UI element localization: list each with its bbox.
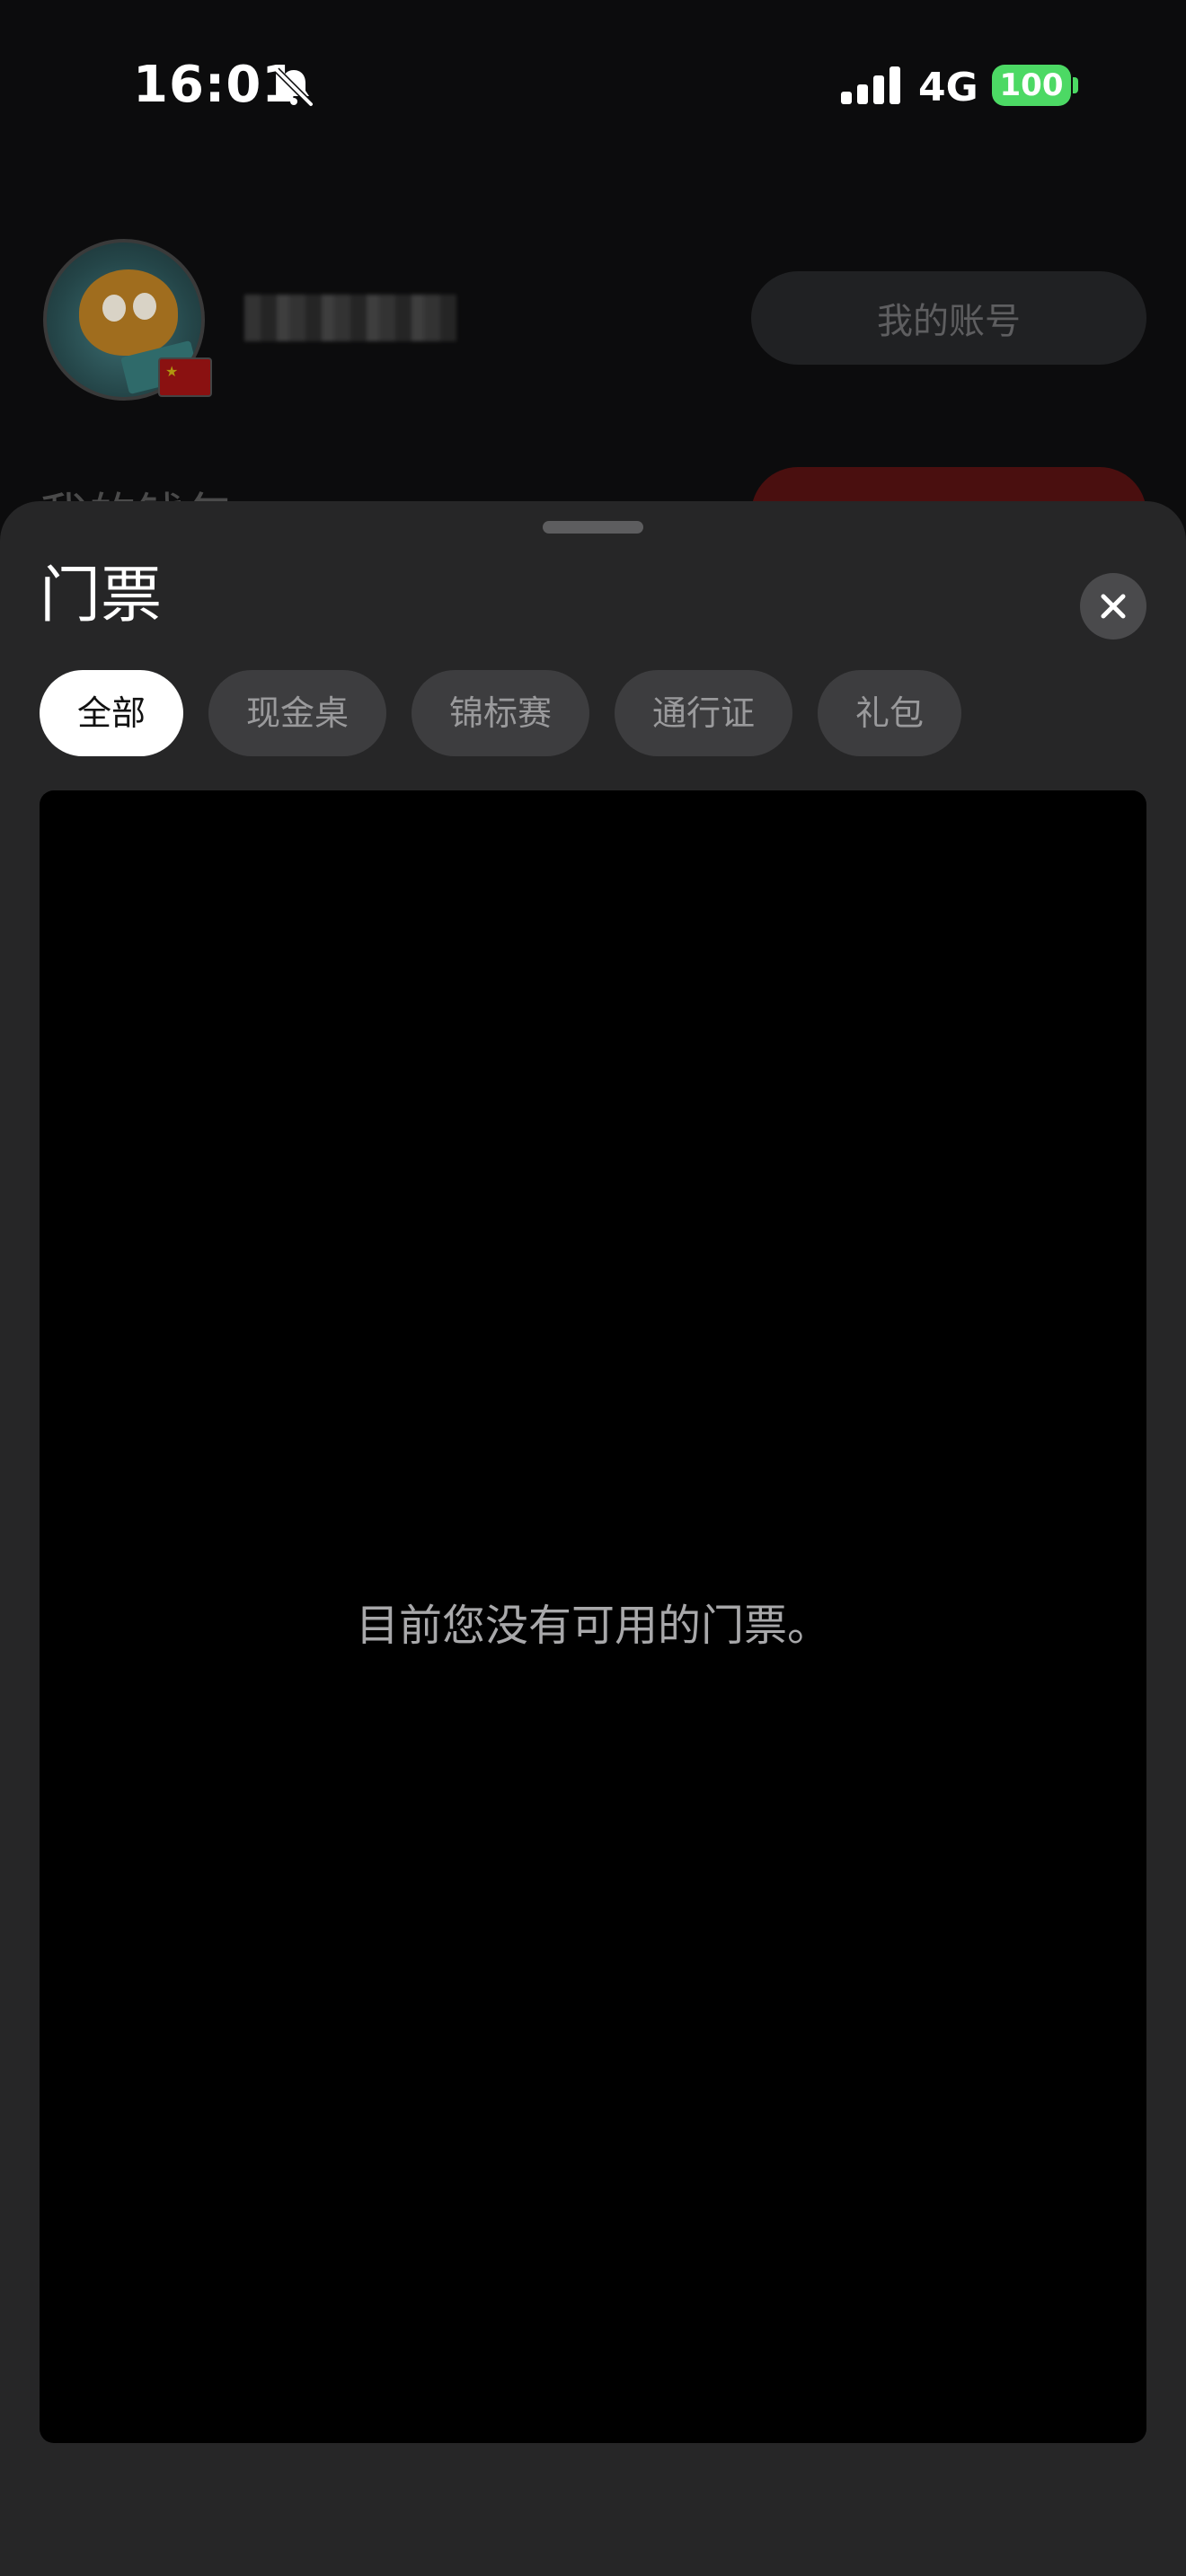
tab-all[interactable]: 全部 bbox=[40, 670, 183, 756]
network-label: 4G bbox=[918, 65, 978, 110]
my-account-button[interactable]: 我的账号 bbox=[751, 271, 1146, 365]
battery-level: 100 bbox=[999, 67, 1064, 103]
battery-icon: 100 bbox=[992, 65, 1071, 106]
bell-slash-icon bbox=[274, 67, 314, 107]
avatar-fish-art bbox=[79, 269, 178, 356]
tab-tournament[interactable]: 锦标赛 bbox=[412, 670, 589, 756]
ticket-filter-tabs: 全部 现金桌 锦标赛 通行证 礼包 bbox=[40, 670, 961, 756]
close-icon bbox=[1101, 594, 1126, 619]
avatar-eye bbox=[102, 295, 126, 322]
tab-cash-table[interactable]: 现金桌 bbox=[208, 670, 386, 756]
china-flag-icon: ★ bbox=[158, 357, 212, 397]
username-redacted bbox=[244, 295, 456, 341]
empty-state-message: 目前您没有可用的门票。 bbox=[355, 1601, 830, 1651]
tickets-list-panel: 目前您没有可用的门票。 bbox=[40, 790, 1146, 2443]
profile-header: ★ 我的账号 我的钱包 bbox=[0, 171, 1186, 560]
tab-pass[interactable]: 通行证 bbox=[615, 670, 792, 756]
signal-icon bbox=[841, 66, 900, 104]
close-button[interactable] bbox=[1080, 573, 1146, 640]
tickets-sheet: 门票 全部 现金桌 锦标赛 通行证 礼包 目前您没有可用的门票。 bbox=[0, 501, 1186, 2576]
sheet-title: 门票 bbox=[40, 560, 163, 631]
status-bar: 16:01 4G 100 bbox=[0, 0, 1186, 171]
flag-star-icon: ★ bbox=[165, 363, 179, 380]
avatar-eye bbox=[133, 293, 156, 320]
tab-gift-pack[interactable]: 礼包 bbox=[818, 670, 961, 756]
battery-cap bbox=[1073, 77, 1078, 93]
sheet-grabber[interactable] bbox=[543, 521, 643, 534]
screen: 16:01 4G 100 ★ 我的账号 我的 bbox=[0, 0, 1186, 2576]
